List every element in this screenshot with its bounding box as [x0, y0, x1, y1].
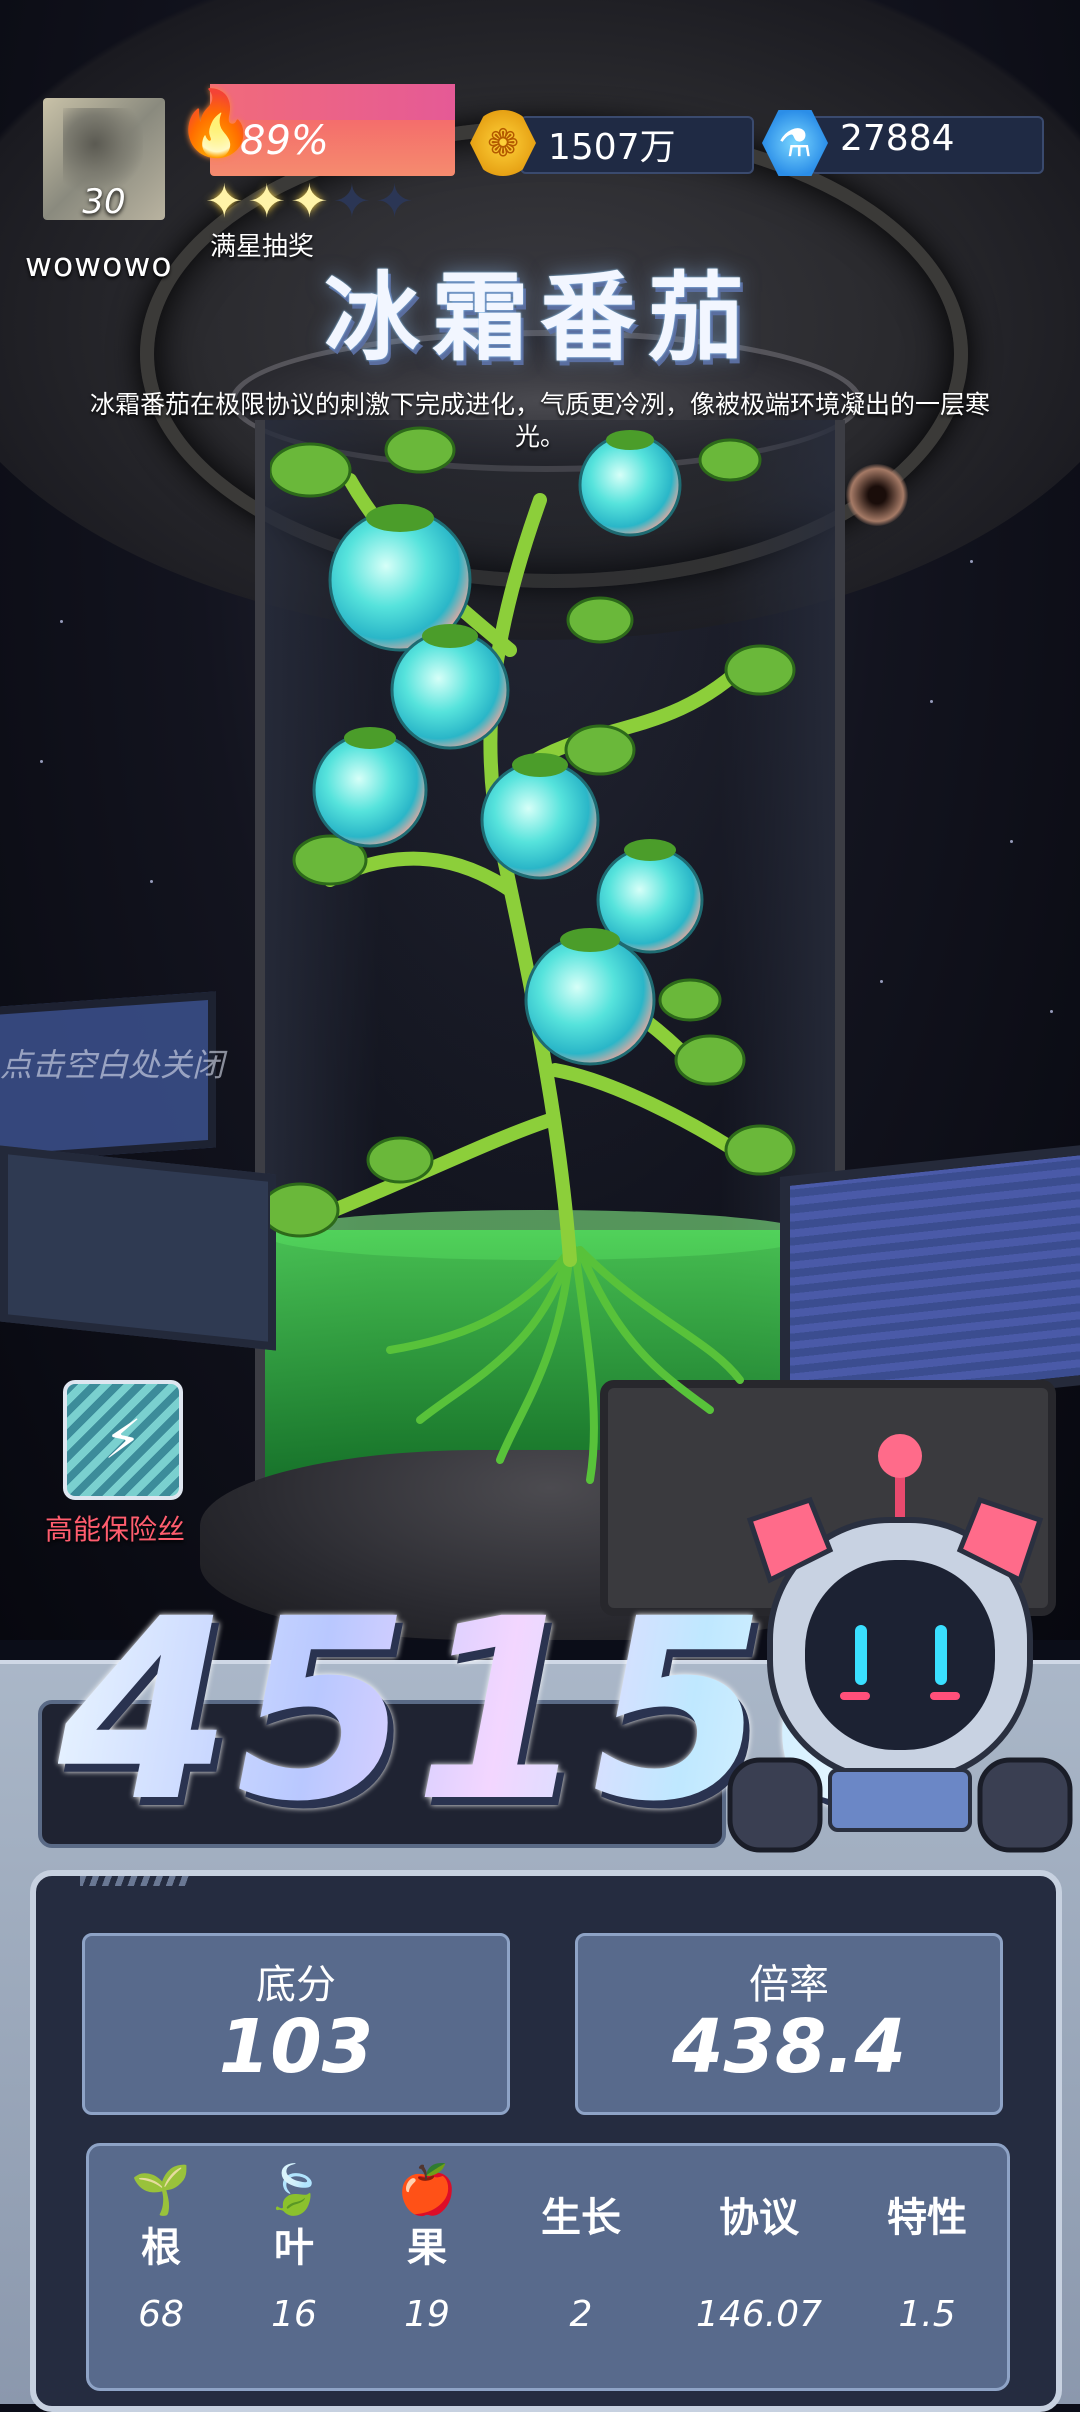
- robot-mascot: [727, 1434, 1073, 1853]
- fruit-column: 🍎 果 19: [367, 2160, 487, 2335]
- protocol-column: 协议 146.07: [689, 2190, 829, 2335]
- item-description: 冰霜番茄在极限协议的刺激下完成进化，气质更冷冽，像被极端环境凝出的一层寒光。: [89, 390, 990, 451]
- multiplier-card: 倍率 438.4: [575, 1933, 1003, 2115]
- root-icon: 🌱: [131, 2162, 191, 2218]
- growth-value: 2: [569, 2294, 593, 2335]
- panel-notch: [80, 1876, 190, 1886]
- star-icon: ✦: [205, 174, 248, 228]
- star-icon: ✦: [290, 174, 333, 228]
- root-value: 68: [138, 2294, 184, 2335]
- leaf-column: 🍃 叶 16: [234, 2160, 354, 2335]
- protocol-label: 协议: [719, 2195, 799, 2241]
- leaf-label: 叶: [274, 2225, 314, 2271]
- base-score-card: 底分 103: [82, 1933, 510, 2115]
- leaf-value: 16: [271, 2294, 317, 2335]
- fruit-value: 19: [404, 2294, 450, 2335]
- star-icon: ✦: [247, 174, 291, 228]
- dark-orb-icon: [846, 464, 908, 526]
- coin-amount: 1507万: [548, 127, 676, 168]
- fuse-label[interactable]: 高能保险丝: [45, 1508, 185, 1548]
- fruit-icon: 🍎: [397, 2162, 457, 2218]
- base-score-label: 底分: [256, 1962, 336, 2008]
- trait-column: 特性 1.5: [867, 2190, 987, 2335]
- left-console: [0, 1145, 276, 1351]
- multiplier-value: 438.4: [671, 2004, 907, 2090]
- item-title: 冰霜番茄: [324, 262, 756, 374]
- frost-tomato-plant: [270, 426, 796, 1484]
- star-empty-icon: ✦: [375, 174, 418, 228]
- trait-value: 1.5: [898, 2294, 956, 2335]
- growth-column: 生长 2: [521, 2190, 641, 2335]
- multiplier-label: 倍率: [749, 1962, 829, 2008]
- fruit-label: 果: [407, 2225, 447, 2271]
- growth-label: 生长: [541, 2195, 621, 2241]
- close-hint[interactable]: 点击空白处关闭: [0, 1040, 224, 1086]
- star-empty-icon: ✦: [332, 174, 376, 228]
- protocol-value: 146.07: [696, 2294, 822, 2335]
- leaf-icon: 🍃: [264, 2162, 324, 2218]
- player-level: 30: [82, 182, 126, 222]
- star-rating[interactable]: ✦✦✦✦✦: [205, 174, 418, 228]
- breakdown-table: 🌱 根 68 🍃 叶 16 🍎 果 19 生长 2 协议 146.07 特性 1…: [86, 2143, 1010, 2391]
- base-score-value: 103: [218, 2004, 374, 2090]
- root-label: 根: [141, 2225, 181, 2271]
- root-column: 🌱 根 68: [101, 2160, 221, 2335]
- fuse-icon[interactable]: ⚡: [63, 1380, 183, 1500]
- gem-amount: 27884: [840, 118, 955, 159]
- trait-label: 特性: [887, 2195, 967, 2241]
- energy-percent: 89%: [240, 118, 329, 164]
